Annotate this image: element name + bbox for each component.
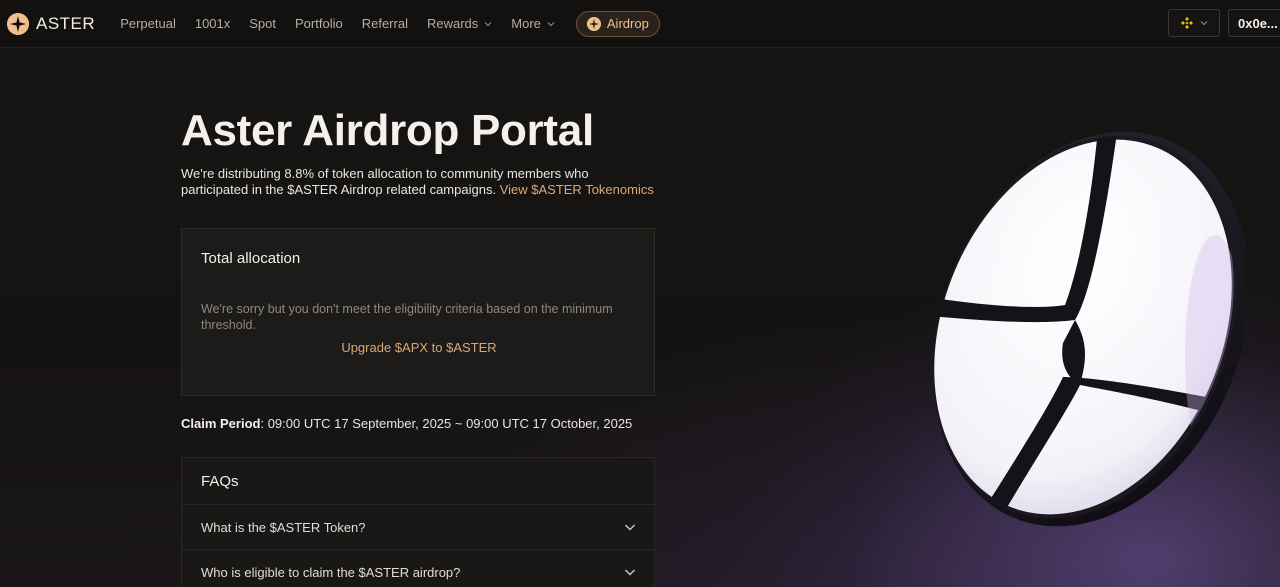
chevron-down-icon: [484, 21, 492, 26]
nav-item-label: Portfolio: [295, 16, 343, 31]
tokenomics-link[interactable]: View $ASTER Tokenomics: [500, 182, 654, 197]
chevron-down-icon: [625, 569, 635, 576]
page-title: Aster Airdrop Portal: [181, 106, 594, 155]
allocation-card: Total allocation We're sorry but you don…: [181, 228, 655, 396]
faq-item[interactable]: What is the $ASTER Token?: [182, 504, 654, 549]
nav-item-label: Referral: [361, 16, 408, 31]
nav-item-more[interactable]: More: [511, 16, 555, 31]
airdrop-button[interactable]: Airdrop: [575, 10, 660, 37]
nav-item-portfolio[interactable]: Portfolio: [295, 16, 343, 31]
nav-item-rewards[interactable]: Rewards: [427, 16, 492, 31]
faq-question: What is the $ASTER Token?: [201, 519, 366, 535]
upgrade-link[interactable]: Upgrade $APX to $ASTER: [182, 340, 656, 355]
aster-logo-icon: [7, 12, 29, 35]
chevron-down-icon: [547, 21, 555, 26]
chevron-down-icon: [625, 524, 635, 531]
faq-item[interactable]: Who is eligible to claim the $ASTER aird…: [182, 549, 654, 587]
nav-item-label: Spot: [249, 16, 277, 31]
claim-period-value: : 09:00 UTC 17 September, 2025 ~ 09:00 U…: [260, 416, 633, 431]
chevron-down-icon: [1200, 21, 1208, 26]
aster-coin-illustration: [915, 115, 1245, 545]
claim-period: Claim Period: 09:00 UTC 17 September, 20…: [181, 416, 632, 431]
nav-item-label: 1001x: [194, 16, 231, 31]
nav-item-label: Rewards: [426, 16, 479, 31]
brand-logo[interactable]: ASTER: [7, 12, 96, 35]
nav-item-perpetual[interactable]: Perpetual: [120, 16, 176, 31]
faq-section: FAQs What is the $ASTER Token? Who is el…: [181, 457, 655, 587]
aster-star-icon: [586, 16, 601, 31]
airdrop-page: ASTER Perpetual 1001x Spot Portfolio Ref…: [0, 0, 1280, 587]
airdrop-label: Airdrop: [606, 16, 649, 31]
nav-item-1001x[interactable]: 1001x: [195, 16, 230, 31]
wallet-address: 0x0e...: [1238, 15, 1278, 31]
faq-question: Who is eligible to claim the $ASTER aird…: [201, 564, 461, 580]
brand-name: ASTER: [36, 13, 96, 33]
claim-period-label: Claim Period: [181, 416, 261, 431]
bnb-chain-icon: [1181, 17, 1193, 29]
nav-item-spot[interactable]: Spot: [249, 16, 276, 31]
top-nav: ASTER Perpetual 1001x Spot Portfolio Ref…: [0, 0, 1280, 48]
faq-title: FAQs: [201, 473, 239, 490]
page-subtitle: We're distributing 8.8% of token allocat…: [181, 166, 655, 198]
nav-menu: Perpetual 1001x Spot Portfolio Referral …: [120, 10, 660, 37]
nav-right: 0x0e...: [1168, 9, 1280, 37]
nav-item-label: More: [511, 16, 541, 31]
chain-selector[interactable]: [1168, 9, 1220, 37]
nav-item-referral[interactable]: Referral: [362, 16, 408, 31]
nav-item-label: Perpetual: [120, 16, 176, 31]
allocation-title: Total allocation: [201, 250, 301, 267]
wallet-button[interactable]: 0x0e...: [1228, 9, 1280, 37]
eligibility-message: We're sorry but you don't meet the eligi…: [201, 302, 613, 332]
